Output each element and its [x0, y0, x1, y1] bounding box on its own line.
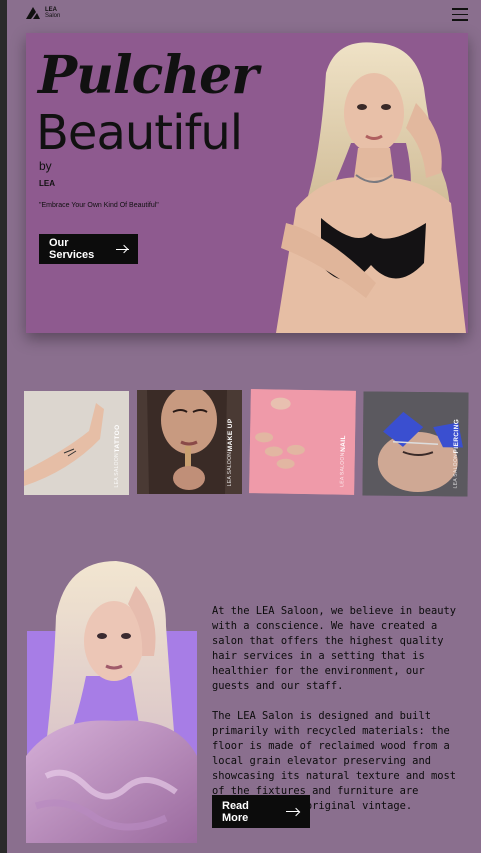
service-card-tattoo[interactable]: LEA SALOON TATTOO [24, 391, 129, 495]
hero-brand-name: LEA [39, 179, 55, 188]
read-more-button[interactable]: Read More [212, 795, 310, 828]
read-more-label: Read More [222, 799, 249, 824]
service-name: MAKE UP [227, 417, 234, 451]
hamburger-icon [452, 8, 468, 10]
about-model-photo [26, 561, 197, 843]
service-card-nail[interactable]: LEA SALOON NAIL [249, 389, 356, 495]
our-services-label: Our Services [49, 237, 95, 261]
logo-text: LEA Salon [45, 7, 60, 19]
service-card-piercing[interactable]: LEA SALOON PIERCING [362, 391, 469, 497]
logo-icon [26, 7, 40, 19]
service-name: TATTOO [114, 423, 121, 452]
service-name: NAIL [339, 434, 348, 452]
arrow-right-icon [286, 808, 300, 816]
service-subtitle: LEA SALOON [114, 452, 120, 487]
hero-tagline: "Embrace Your Own Kind Of Beautiful" [39, 202, 159, 209]
service-label: LEA SALOON PIERCING [453, 418, 461, 488]
hero-title-beautiful: Beautiful [36, 105, 243, 161]
arrow-right-icon [115, 245, 130, 253]
hero-banner: Pulcher Beautiful by LEA "Embrace Your O… [26, 33, 468, 333]
brand-logo[interactable]: LEA Salon [25, 6, 60, 20]
hamburger-menu-button[interactable] [452, 8, 468, 21]
service-name: PIERCING [452, 418, 461, 454]
service-card-makeup[interactable]: LEA SALOON MAKE UP [137, 390, 242, 494]
top-navigation-bar: LEA Salon [7, 0, 481, 28]
hero-by-text: by [39, 159, 52, 173]
our-services-button[interactable]: Our Services [39, 234, 138, 264]
service-label: LEA SALOON TATTOO [114, 424, 121, 487]
service-subtitle: LEA SALOON [227, 451, 233, 486]
window-left-edge [0, 0, 7, 853]
logo-line-2: Salon [45, 13, 61, 19]
service-subtitle: LEA SALOON [339, 452, 346, 487]
about-paragraph-1: At the LEA Saloon, we believe in beauty … [212, 605, 456, 692]
hamburger-icon-bar [452, 19, 468, 21]
hero-model-photo [276, 42, 466, 333]
service-subtitle: LEA SALOON [452, 453, 459, 489]
service-label: LEA SALOON MAKE UP [227, 418, 234, 486]
service-label: LEA SALOON NAIL [339, 434, 347, 486]
hamburger-icon-bar [452, 13, 468, 15]
hero-title-pulcher: Pulcher [38, 45, 259, 106]
